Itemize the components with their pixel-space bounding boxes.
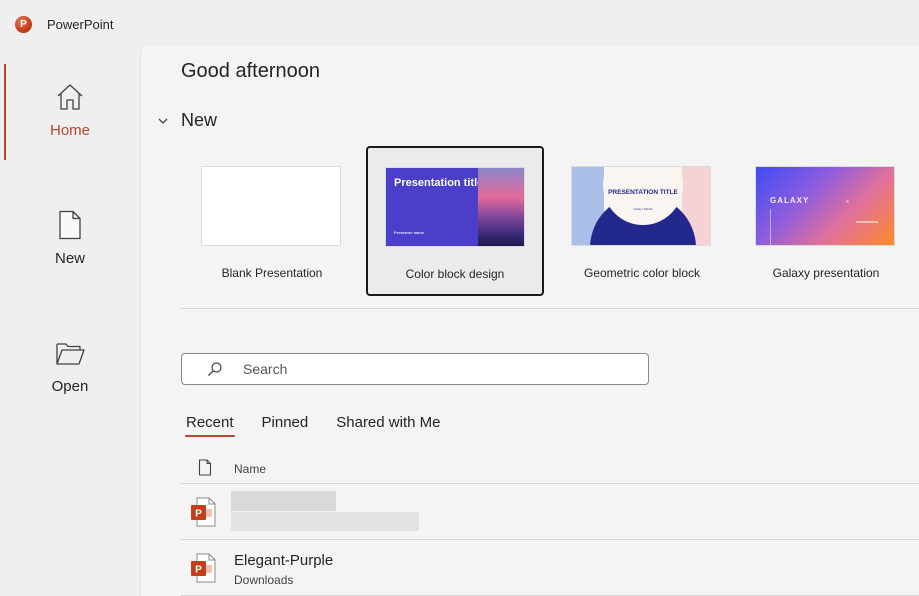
file-row[interactable]: P Elegant-Purple Downloads — [181, 541, 919, 596]
file-type-icon — [198, 459, 212, 476]
thumbnail-title: PRESENTATION TITLE — [608, 189, 678, 196]
template-label: Blank Presentation — [221, 266, 323, 280]
file-location: Downloads — [234, 573, 294, 587]
app-title: PowerPoint — [47, 17, 114, 32]
thumbnail-subtitle: A Day / Month — [633, 207, 653, 211]
column-header-name[interactable]: Name — [234, 462, 266, 476]
template-geometric-color-block[interactable]: PRESENTATION TITLE A Day / Month Geometr… — [553, 146, 731, 296]
section-title: New — [181, 110, 218, 130]
sidebar-item-label: Open — [51, 378, 89, 395]
file-list-header: Name — [181, 456, 919, 484]
new-section-toggle[interactable]: New — [157, 110, 217, 131]
template-thumbnail: Presentation title Presenter name — [385, 167, 525, 247]
chevron-down-icon — [158, 118, 168, 124]
file-name: Elegant-Purple — [234, 552, 334, 569]
redacted-file-location — [231, 512, 419, 531]
title-bar: P PowerPoint — [0, 0, 919, 46]
sidebar-item-label: Home — [49, 122, 90, 139]
sidebar-item-new[interactable]: New — [0, 210, 140, 310]
thumbnail-title: GALAXY — [770, 196, 810, 205]
redacted-file-name — [231, 491, 336, 511]
template-label: Geometric color block — [583, 266, 701, 280]
mountain-photo — [478, 168, 524, 246]
sidebar: Home New Open — [0, 46, 140, 596]
sidebar-item-home[interactable]: Home — [0, 82, 140, 182]
tab-pinned[interactable]: Pinned — [262, 414, 309, 437]
template-galaxy-presentation[interactable]: GALAXY Galaxy presentation — [737, 146, 915, 296]
search-input[interactable] — [243, 361, 623, 377]
sidebar-item-label: New — [54, 250, 85, 267]
template-label: Color block design — [405, 267, 505, 281]
greeting-heading: Good afternoon — [181, 60, 320, 82]
thumbnail-shape — [856, 221, 878, 223]
home-icon — [57, 84, 83, 110]
tab-shared-with-me[interactable]: Shared with Me — [336, 414, 440, 437]
search-icon — [208, 362, 222, 376]
new-file-icon — [59, 210, 81, 240]
sidebar-item-open[interactable]: Open — [0, 338, 140, 438]
search-box[interactable] — [181, 353, 649, 385]
powerpoint-logo-icon: P — [15, 16, 32, 33]
file-row[interactable]: P — [181, 485, 919, 540]
svg-text:P: P — [195, 565, 202, 576]
template-thumbnail: GALAXY — [755, 166, 895, 246]
thumbnail-title: Presentation title — [394, 177, 484, 189]
thumbnail-subtitle: Presenter name — [394, 230, 425, 235]
thumbnail-shape — [846, 200, 849, 203]
file-tabs: Recent Pinned Shared with Me — [185, 414, 468, 437]
main-pane: Good afternoon New Blank Presentation Pr… — [140, 46, 919, 596]
template-thumbnail: PRESENTATION TITLE A Day / Month — [571, 166, 711, 246]
template-color-block-design[interactable]: Presentation title Presenter name Color … — [366, 146, 544, 296]
tab-recent[interactable]: Recent — [185, 414, 235, 437]
template-thumbnail — [201, 166, 341, 246]
folder-open-icon — [56, 343, 85, 365]
pptx-file-icon: P — [191, 497, 216, 527]
thumbnail-shape — [770, 209, 771, 245]
pptx-file-icon: P — [191, 553, 216, 583]
template-blank-presentation[interactable]: Blank Presentation — [183, 146, 361, 296]
svg-text:P: P — [195, 509, 202, 520]
template-label: Galaxy presentation — [772, 266, 880, 280]
section-divider — [181, 308, 919, 309]
